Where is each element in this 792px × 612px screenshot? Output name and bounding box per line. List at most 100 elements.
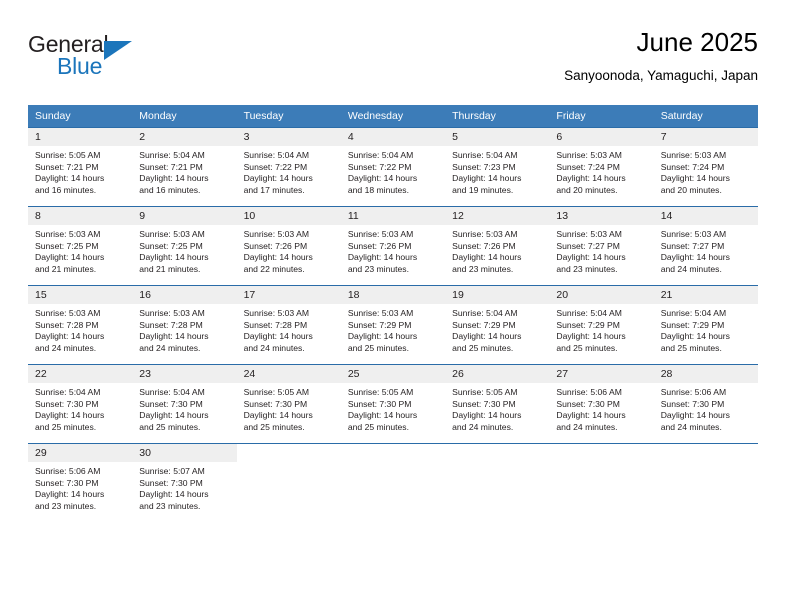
calendar-day-cell[interactable]: 6 Sunrise: 5:03 AM Sunset: 7:24 PM Daylight… [549,127,654,207]
sunset-time: Sunset: 7:21 PM [139,161,203,172]
calendar-day-cell[interactable]: 15 Sunrise: 5:03 AM Sunset: 7:28 PM Dayligh… [28,285,133,365]
sunrise-time: Sunrise: 5:04 AM [660,308,727,318]
calendar-day-cell[interactable]: 18 Sunrise: 5:03 AM Sunset: 7:29 PM Dayligh… [340,285,446,365]
daylight-duration-line2: and 25 minutes. [660,342,722,353]
sunset-time: Sunset: 7:29 PM [660,319,725,330]
calendar-day-cell[interactable]: 16 Sunrise: 5:03 AM Sunset: 7:28 PM Dayligh… [132,285,237,365]
calendar-day-cell[interactable]: 19 Sunrise: 5:04 AM Sunset: 7:29 PM Dayligh… [445,285,550,365]
day-details: Sunrise: 5:04 AM Sunset: 7:29 PM Daylight:… [445,304,549,354]
day-details: Sunrise: 5:06 AM Sunset: 7:30 PM Daylight:… [28,462,132,512]
day-details: Sunrise: 5:03 AM Sunset: 7:25 PM Daylight:… [132,225,236,275]
calendar-day-cell[interactable]: 12 Sunrise: 5:03 AM Sunset: 7:26 PM Dayligh… [445,206,550,286]
day-number: 2 [132,128,237,146]
day-number: 3 [236,128,341,146]
sunset-time: Sunset: 7:28 PM [243,319,308,330]
sunset-time: Sunset: 7:22 PM [347,161,412,172]
calendar-day-cell[interactable]: 27 Sunrise: 5:06 AM Sunset: 7:30 PM Dayligh… [549,364,654,444]
calendar-day-cell[interactable]: 2 Sunrise: 5:04 AM Sunset: 7:21 PM Daylight… [132,127,237,207]
calendar-day-cell[interactable]: 20 Sunrise: 5:04 AM Sunset: 7:29 PM Dayligh… [549,285,654,365]
day-number: 6 [549,128,654,146]
day-details: Sunrise: 5:05 AM Sunset: 7:21 PM Daylight:… [28,146,132,196]
day-number: 12 [445,207,550,225]
sunset-time: Sunset: 7:30 PM [556,398,620,409]
page-subtitle: Sanyoonoda, Yamaguchi, Japan [564,68,758,83]
daylight-duration-line1: Daylight: 14 hours [660,331,730,342]
daylight-duration-line1: Daylight: 14 hours [556,410,626,421]
daylight-duration-line2: and 22 minutes. [243,263,305,274]
weekday-header-tuesday: Tuesday [236,105,341,128]
calendar-day-cell[interactable]: 28 Sunrise: 5:06 AM Sunset: 7:30 PM Dayligh… [653,364,758,444]
sunset-time: Sunset: 7:30 PM [139,398,203,409]
day-number: 11 [340,207,446,225]
daylight-duration-line2: and 23 minutes. [452,263,514,274]
sunset-time: Sunset: 7:30 PM [139,477,203,488]
daylight-duration-line1: Daylight: 14 hours [347,252,418,263]
calendar-day-cell[interactable]: 11 Sunrise: 5:03 AM Sunset: 7:26 PM Dayligh… [340,206,446,286]
calendar-day-cell[interactable]: 24 Sunrise: 5:05 AM Sunset: 7:30 PM Dayligh… [236,364,341,444]
day-number: 13 [549,207,654,225]
daylight-duration-line2: and 20 minutes. [556,184,618,195]
daylight-duration-line2: and 25 minutes. [347,342,409,353]
page-title: June 2025 [636,27,758,57]
calendar-day-cell[interactable]: 17 Sunrise: 5:03 AM Sunset: 7:28 PM Dayligh… [236,285,341,365]
calendar-week-row: 29 Sunrise: 5:06 AM Sunset: 7:30 PM Dayligh… [28,443,758,522]
daylight-duration-line1: Daylight: 14 hours [243,173,313,184]
day-number: 20 [549,286,654,304]
daylight-duration-line2: and 16 minutes. [35,184,97,195]
calendar-day-cell[interactable]: 21 Sunrise: 5:04 AM Sunset: 7:29 PM Dayligh… [653,285,758,365]
calendar-day-cell[interactable]: 25 Sunrise: 5:05 AM Sunset: 7:30 PM Dayligh… [340,364,446,444]
sunrise-time: Sunrise: 5:06 AM [35,466,101,476]
weekday-header-thursday: Thursday [445,105,550,128]
daylight-duration-line1: Daylight: 14 hours [139,252,209,263]
daylight-duration-line2: and 25 minutes. [139,421,201,432]
daylight-duration-line2: and 16 minutes. [139,184,201,195]
calendar-day-cell[interactable]: 3 Sunrise: 5:04 AM Sunset: 7:22 PM Daylight… [236,127,341,207]
sunset-time: Sunset: 7:24 PM [556,161,620,172]
day-details: Sunrise: 5:03 AM Sunset: 7:25 PM Daylight:… [28,225,132,275]
calendar-day-cell[interactable]: 30 Sunrise: 5:07 AM Sunset: 7:30 PM Dayligh… [132,443,237,522]
sunrise-time: Sunrise: 5:07 AM [139,466,205,476]
daylight-duration-line1: Daylight: 14 hours [139,173,209,184]
sunset-time: Sunset: 7:27 PM [660,240,725,251]
sunrise-time: Sunrise: 5:04 AM [452,150,518,160]
daylight-duration-line2: and 24 minutes. [660,263,722,274]
daylight-duration-line2: and 21 minutes. [35,263,97,274]
daylight-duration-line2: and 23 minutes. [556,263,618,274]
calendar-day-cell[interactable]: 4 Sunrise: 5:04 AM Sunset: 7:22 PM Daylight… [340,127,446,207]
sunrise-time: Sunrise: 5:03 AM [660,150,727,160]
day-number [653,444,758,462]
daylight-duration-line1: Daylight: 14 hours [452,410,522,421]
calendar-day-cell[interactable]: 23 Sunrise: 5:04 AM Sunset: 7:30 PM Dayligh… [132,364,237,444]
sunset-time: Sunset: 7:28 PM [35,319,99,330]
day-details: Sunrise: 5:07 AM Sunset: 7:30 PM Daylight:… [132,462,236,512]
calendar-day-cell[interactable]: 13 Sunrise: 5:03 AM Sunset: 7:27 PM Dayligh… [549,206,654,286]
daylight-duration-line1: Daylight: 14 hours [243,252,313,263]
day-number: 17 [236,286,341,304]
calendar-day-cell[interactable]: 26 Sunrise: 5:05 AM Sunset: 7:30 PM Dayligh… [445,364,550,444]
day-number: 7 [653,128,758,146]
day-number [549,444,654,462]
calendar-day-cell[interactable]: 5 Sunrise: 5:04 AM Sunset: 7:23 PM Daylight… [445,127,550,207]
day-details: Sunrise: 5:03 AM Sunset: 7:26 PM Daylight:… [445,225,549,275]
sunset-time: Sunset: 7:30 PM [35,477,99,488]
calendar-day-cell[interactable]: 8 Sunrise: 5:03 AM Sunset: 7:25 PM Daylight… [28,206,133,286]
daylight-duration-line1: Daylight: 14 hours [35,489,105,500]
calendar-day-cell[interactable]: 1 Sunrise: 5:05 AM Sunset: 7:21 PM Daylight… [28,127,133,207]
calendar-day-cell[interactable]: 14 Sunrise: 5:03 AM Sunset: 7:27 PM Dayligh… [653,206,758,286]
day-details: Sunrise: 5:03 AM Sunset: 7:26 PM Daylight:… [341,225,445,275]
day-number: 27 [549,365,654,383]
daylight-duration-line1: Daylight: 14 hours [347,173,418,184]
day-details: Sunrise: 5:04 AM Sunset: 7:30 PM Daylight:… [132,383,236,433]
calendar-day-cell[interactable]: 7 Sunrise: 5:03 AM Sunset: 7:24 PM Daylight… [653,127,758,207]
calendar-day-cell[interactable]: 22 Sunrise: 5:04 AM Sunset: 7:30 PM Dayligh… [28,364,133,444]
day-details: Sunrise: 5:05 AM Sunset: 7:30 PM Daylight:… [237,383,341,433]
daylight-duration-line2: and 19 minutes. [452,184,514,195]
calendar-day-cell[interactable]: 10 Sunrise: 5:03 AM Sunset: 7:26 PM Dayligh… [236,206,341,286]
daylight-duration-line1: Daylight: 14 hours [556,252,626,263]
day-number: 23 [132,365,237,383]
calendar-day-cell[interactable]: 29 Sunrise: 5:06 AM Sunset: 7:30 PM Dayligh… [28,443,133,522]
daylight-duration-line1: Daylight: 14 hours [347,410,418,421]
daylight-duration-line2: and 23 minutes. [35,500,97,511]
calendar-day-cell[interactable]: 9 Sunrise: 5:03 AM Sunset: 7:25 PM Daylight… [132,206,237,286]
sunset-time: Sunset: 7:29 PM [452,319,516,330]
